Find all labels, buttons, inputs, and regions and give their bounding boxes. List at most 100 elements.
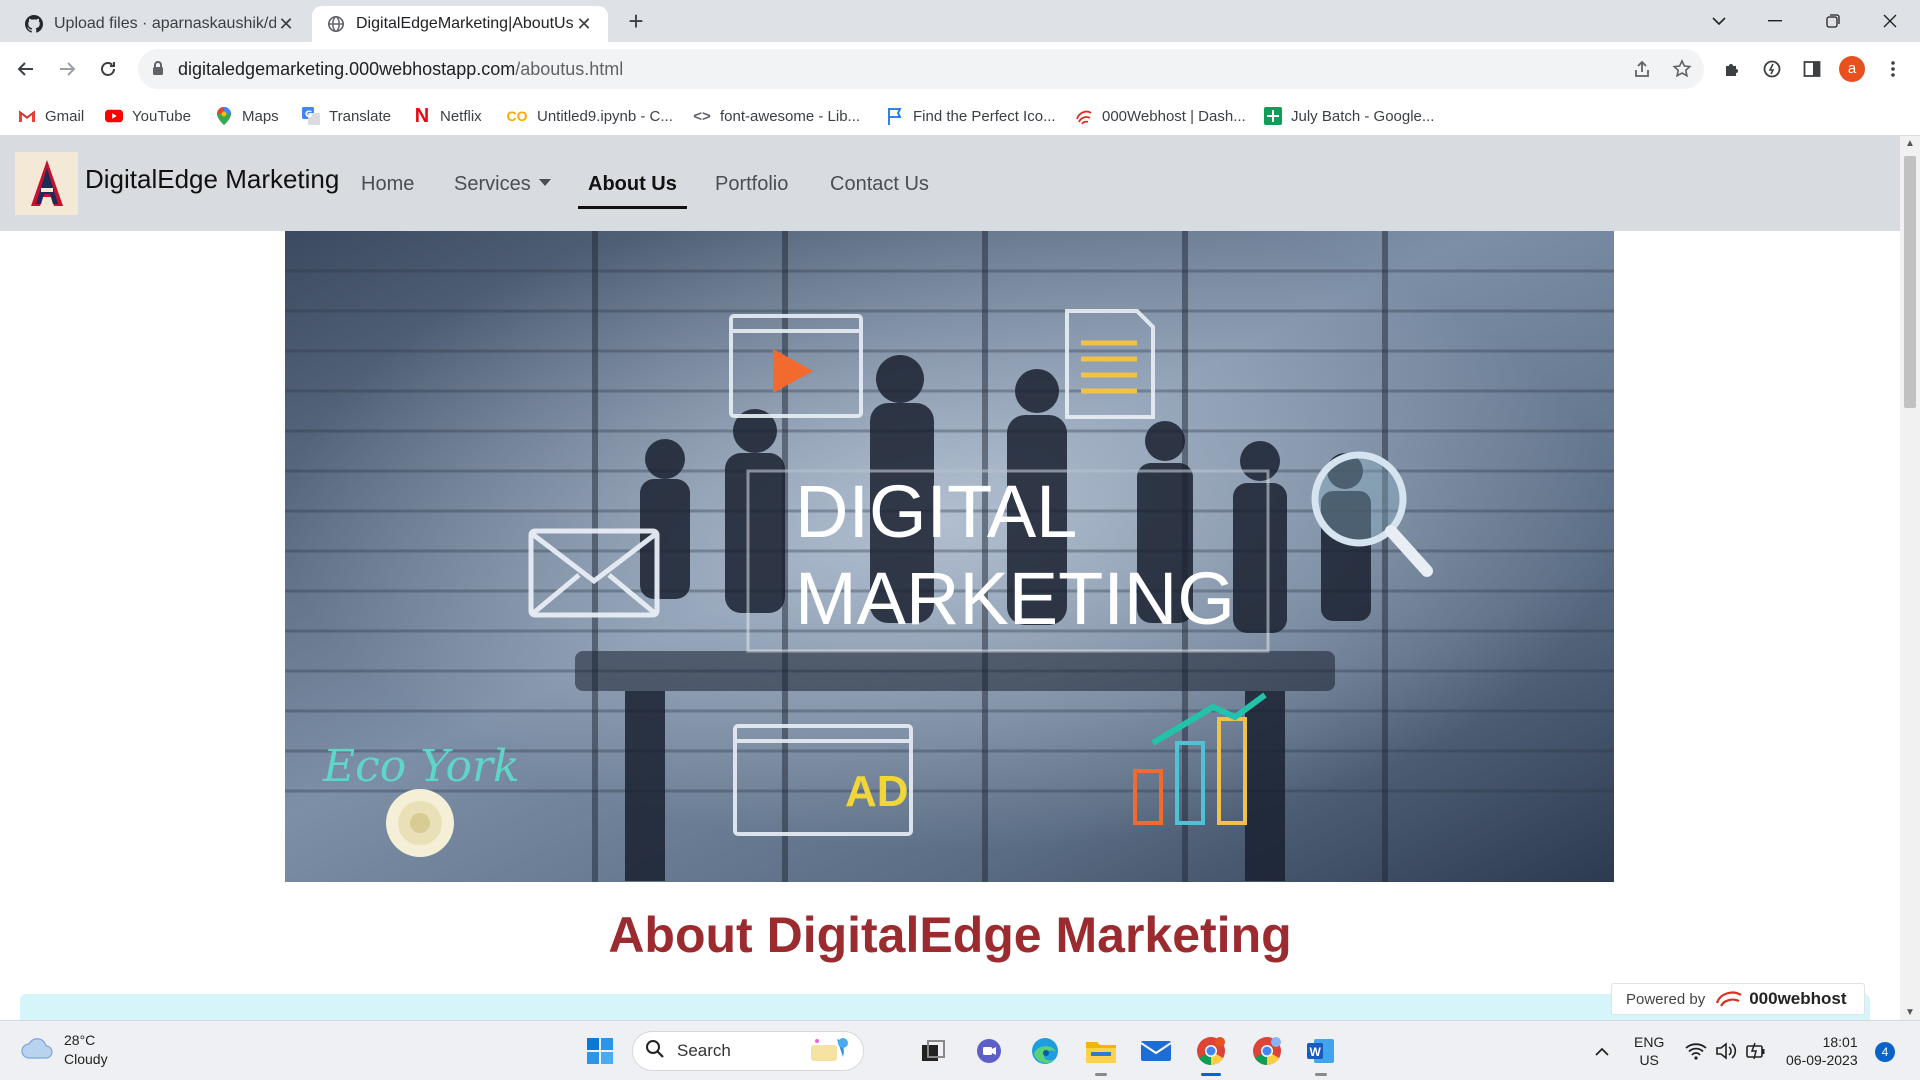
bookmark-label: font-awesome - Lib... (720, 107, 861, 125)
weather-condition: Cloudy (64, 1051, 108, 1067)
clock-time: 18:01 (1822, 1034, 1858, 1050)
chrome-active-icon[interactable] (1191, 1031, 1231, 1071)
youtube-icon (105, 107, 123, 125)
nav-contact[interactable]: Contact Us (830, 173, 929, 196)
battery-charging-icon[interactable] (1736, 1031, 1776, 1071)
profile-avatar[interactable]: a (1839, 56, 1865, 82)
bookmark-find-icon[interactable]: Find the Perfect Ico... (886, 104, 1056, 128)
bookmark-july-batch[interactable]: July Batch - Google... (1264, 104, 1434, 128)
bookmark-label: 000Webhost | Dash... (1102, 107, 1246, 125)
bookmark-label: Maps (242, 107, 279, 125)
google-sheets-icon (1264, 107, 1282, 125)
chrome-profile-icon[interactable] (1247, 1031, 1287, 1071)
close-window-icon[interactable] (1862, 0, 1918, 42)
search-icon (645, 1039, 665, 1064)
webhost-swirl-icon (1075, 107, 1093, 125)
clock-date: 06-09-2023 (1786, 1052, 1858, 1068)
performance-icon[interactable] (1758, 55, 1786, 83)
bookmark-label: Netflix (440, 107, 482, 125)
share-icon[interactable] (1632, 59, 1652, 84)
powered-by-label: Powered by (1626, 990, 1706, 1008)
hero-marketing-text: MARKETING (795, 557, 1235, 640)
nav-home[interactable]: Home (361, 173, 414, 196)
file-explorer-icon[interactable] (1081, 1031, 1121, 1071)
tray-chevron-up-icon[interactable] (1582, 1031, 1622, 1071)
maps-pin-icon (215, 107, 233, 125)
word-icon[interactable]: W (1301, 1031, 1341, 1071)
github-icon (24, 14, 44, 34)
tab-digitaledge-about[interactable]: DigitalEdgeMarketing|AboutUs| ✕ (312, 6, 608, 42)
reload-icon[interactable] (92, 53, 124, 85)
bookmark-gmail[interactable]: Gmail (18, 104, 84, 128)
nav-portfolio[interactable]: Portfolio (715, 173, 788, 196)
more-menu-icon[interactable] (1879, 55, 1907, 83)
tab-search-chevron-icon[interactable] (1691, 0, 1747, 42)
translate-icon: G (302, 107, 320, 125)
close-tab-icon[interactable]: ✕ (276, 14, 296, 35)
svg-text:W: W (1310, 1045, 1322, 1059)
forward-icon[interactable] (51, 53, 83, 85)
back-icon[interactable] (10, 53, 42, 85)
about-content-panel (20, 994, 1870, 1020)
extensions-puzzle-icon[interactable] (1718, 55, 1746, 83)
tab-strip: Upload files · aparnaskaushik/dig ✕ Digi… (0, 0, 1920, 42)
teams-chat-icon[interactable] (969, 1031, 1009, 1071)
tab-upload-files[interactable]: Upload files · aparnaskaushik/dig ✕ (10, 6, 310, 42)
weather-widget[interactable]: 28°C Cloudy (20, 1031, 108, 1069)
powered-by-brand: 000webhost (1749, 989, 1847, 1008)
rose-icon (386, 789, 454, 857)
lock-icon[interactable] (152, 60, 164, 81)
url-text: digitaledgemarketing.000webhostapp.com/a… (178, 59, 623, 80)
globe-icon (326, 14, 346, 34)
language-code: ENG (1634, 1034, 1665, 1050)
bookmark-font-awesome[interactable]: <> font-awesome - Lib... (693, 104, 860, 128)
bookmarks-bar: Gmail YouTube Maps G Translate N Netflix … (0, 96, 1920, 136)
bookmark-000webhost[interactable]: 000Webhost | Dash... (1075, 104, 1246, 128)
taskbar-search[interactable]: Search (632, 1031, 864, 1071)
notification-badge[interactable]: 4 (1875, 1042, 1895, 1062)
bookmark-label: Translate (329, 107, 391, 125)
bookmark-translate[interactable]: G Translate (302, 104, 391, 128)
language-indicator[interactable]: ENG US (1634, 1033, 1664, 1069)
bookmark-netflix[interactable]: N Netflix (413, 104, 482, 128)
netflix-icon: N (414, 104, 430, 127)
restore-icon[interactable] (1805, 0, 1861, 42)
address-bar[interactable]: digitaledgemarketing.000webhostapp.com/a… (138, 49, 1704, 89)
colab-icon: CO (506, 108, 528, 124)
page-viewport: DigitalEdge Marketing Home Services Abou… (0, 136, 1900, 1020)
caret-down-icon (538, 179, 551, 186)
bookmark-colab[interactable]: CO Untitled9.ipynb - C... (506, 104, 673, 128)
minimize-icon[interactable] (1747, 0, 1803, 42)
bookmark-youtube[interactable]: YouTube (105, 104, 191, 128)
close-tab-icon[interactable]: ✕ (574, 14, 594, 35)
tab-title: Upload files · aparnaskaushik/dig (54, 15, 276, 32)
search-label: Search (677, 1041, 731, 1060)
site-logo[interactable] (15, 152, 78, 215)
cloud-icon (20, 1036, 54, 1065)
hero-digital-text: DIGITAL (795, 470, 1077, 553)
bookmark-maps[interactable]: Maps (215, 104, 279, 128)
side-panel-icon[interactable] (1798, 55, 1826, 83)
code-brackets-icon: <> (693, 107, 711, 125)
nav-services-label: Services (454, 173, 531, 195)
scrollbar-thumb[interactable] (1904, 156, 1916, 408)
nav-about[interactable]: About Us (578, 173, 687, 209)
hero-ad-text: AD (845, 767, 909, 816)
nav-services-dropdown[interactable]: Services (454, 173, 551, 196)
new-tab-button[interactable]: + (620, 6, 652, 38)
edge-browser-icon[interactable] (1025, 1031, 1065, 1071)
windows-taskbar: 28°C Cloudy Search W ENG US 18:01 06-09-… (0, 1020, 1920, 1080)
bookmark-star-icon[interactable] (1672, 59, 1692, 84)
url-path: /aboutus.html (515, 59, 624, 79)
scroll-down-arrow-icon[interactable]: ▼ (1900, 1007, 1920, 1018)
bookmark-label: July Batch - Google... (1291, 107, 1435, 125)
running-indicator (1315, 1073, 1327, 1076)
clock[interactable]: 18:01 06-09-2023 (1786, 1033, 1858, 1069)
windows-start-icon[interactable] (580, 1031, 620, 1071)
site-brand[interactable]: DigitalEdge Marketing (85, 164, 339, 195)
mail-icon[interactable] (1136, 1031, 1176, 1071)
powered-by-badge[interactable]: Powered by 000webhost (1611, 983, 1865, 1015)
scroll-up-arrow-icon[interactable]: ▲ (1900, 138, 1920, 149)
page-scrollbar[interactable]: ▲ ▼ (1900, 136, 1920, 1020)
task-view-icon[interactable] (913, 1031, 953, 1071)
